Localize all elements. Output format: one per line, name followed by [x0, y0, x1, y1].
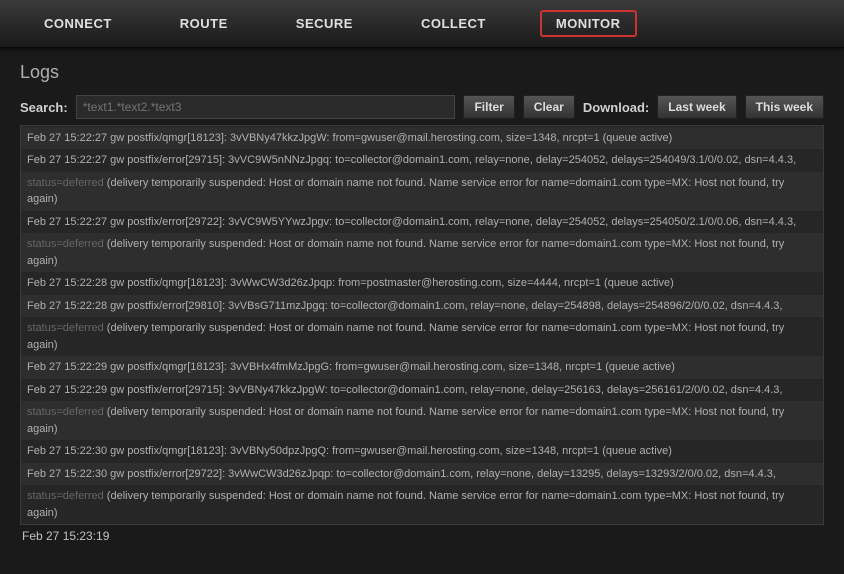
log-line: Feb 27 15:22:27 gw postfix/error[29722]:… [21, 211, 823, 234]
log-line: status=deferred (delivery temporarily su… [21, 172, 823, 211]
filter-button[interactable]: Filter [463, 95, 514, 119]
log-line: Feb 27 15:22:29 gw postfix/qmgr[18123]: … [21, 356, 823, 379]
log-line: status=deferred (delivery temporarily su… [21, 317, 823, 356]
log-line: Feb 27 15:22:29 gw postfix/error[29715]:… [21, 379, 823, 402]
nav-item-secure[interactable]: SECURE [282, 10, 367, 37]
search-label: Search: [20, 100, 68, 115]
log-text: Feb 27 15:22:29 gw postfix/qmgr[18123]: … [27, 361, 675, 373]
log-text: Feb 27 15:22:27 gw postfix/qmgr[18123]: … [27, 132, 672, 144]
nav-item-connect[interactable]: CONNECT [30, 10, 126, 37]
status-timestamp: Feb 27 15:23:19 [20, 525, 824, 547]
log-output[interactable]: Feb 27 15:22:24 gw postfix/qmgr[18123]: … [20, 125, 824, 525]
log-text: (delivery temporarily suspended: Host or… [27, 238, 784, 267]
log-status-dim: status=deferred [27, 177, 104, 189]
lastweek-button[interactable]: Last week [657, 95, 736, 119]
log-text: (delivery temporarily suspended: Host or… [27, 177, 784, 206]
log-text: Feb 27 15:22:29 gw postfix/error[29715]:… [27, 384, 782, 396]
search-input[interactable] [76, 95, 456, 119]
log-text: (delivery temporarily suspended: Host or… [27, 490, 784, 519]
nav-item-monitor[interactable]: MONITOR [540, 10, 637, 37]
log-line: Feb 27 15:22:28 gw postfix/qmgr[18123]: … [21, 272, 823, 295]
log-line: Feb 27 15:22:27 gw postfix/qmgr[18123]: … [21, 127, 823, 150]
log-line: status=deferred (delivery temporarily su… [21, 401, 823, 440]
log-text: Feb 27 15:22:27 gw postfix/error[29715]:… [27, 154, 796, 166]
log-line: Feb 27 15:22:28 gw postfix/error[29810]:… [21, 295, 823, 318]
thisweek-button[interactable]: This week [745, 95, 824, 119]
log-line: Feb 27 15:22:30 gw postfix/qmgr[18123]: … [21, 440, 823, 463]
log-line: status=deferred (delivery temporarily su… [21, 233, 823, 272]
log-text: Feb 27 15:22:30 gw postfix/qmgr[18123]: … [27, 445, 672, 457]
log-status-dim: status=deferred [27, 406, 104, 418]
log-status-dim: status=deferred [27, 322, 104, 334]
log-status-dim: status=deferred [27, 238, 104, 250]
log-line: Feb 27 15:22:30 gw postfix/error[29722]:… [21, 463, 823, 486]
log-line: Feb 27 15:22:27 gw postfix/error[29715]:… [21, 149, 823, 172]
log-text: (delivery temporarily suspended: Host or… [27, 406, 784, 435]
log-status-dim: status=deferred [27, 490, 104, 502]
page-title: Logs [20, 62, 824, 83]
log-text: Feb 27 15:22:27 gw postfix/error[29722]:… [27, 216, 796, 228]
log-text: Feb 27 15:22:28 gw postfix/qmgr[18123]: … [27, 277, 674, 289]
log-toolbar: Search: Filter Clear Download: Last week… [20, 95, 824, 119]
log-text: Feb 27 15:22:30 gw postfix/error[29722]:… [27, 468, 776, 480]
nav-item-route[interactable]: ROUTE [166, 10, 242, 37]
log-text: Feb 27 15:22:28 gw postfix/error[29810]:… [27, 300, 782, 312]
clear-button[interactable]: Clear [523, 95, 575, 119]
main-nav: CONNECT ROUTE SECURE COLLECT MONITOR [0, 0, 844, 48]
download-label: Download: [583, 100, 649, 115]
log-text: (delivery temporarily suspended: Host or… [27, 322, 784, 351]
nav-item-collect[interactable]: COLLECT [407, 10, 500, 37]
log-line: status=deferred (delivery temporarily su… [21, 485, 823, 524]
